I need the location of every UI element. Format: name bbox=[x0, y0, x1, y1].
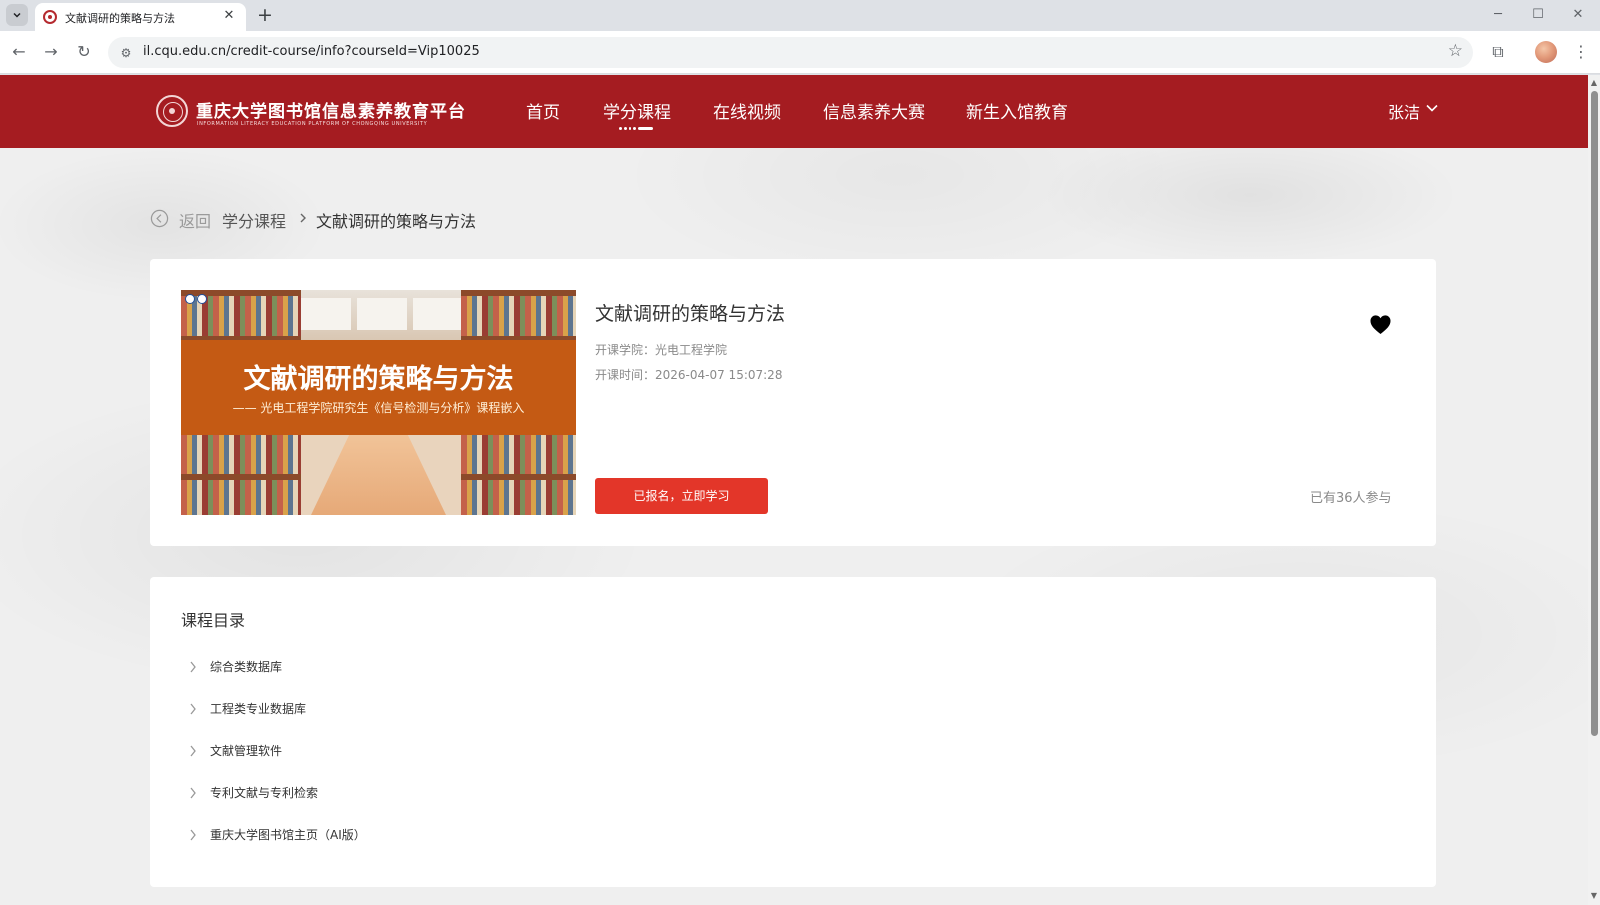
catalog-item-label: 重庆大学图书馆主页（AI版） bbox=[210, 828, 366, 842]
user-menu-name[interactable]: 张洁 bbox=[1388, 99, 1420, 123]
tab-close-icon[interactable]: ✕ bbox=[220, 7, 238, 25]
nav-credit-courses[interactable]: 学分课程 bbox=[603, 98, 671, 123]
back-arrow-icon[interactable]: ← bbox=[6, 39, 32, 65]
browser-toolbar: ← → ↻ ⚙ il.cqu.edu.cn/credit-course/info… bbox=[0, 31, 1600, 74]
course-catalog-panel: 课程目录 综合类数据库 工程类专业数据库 文献管理软件 专利文献与专利检索 重庆… bbox=[150, 577, 1436, 887]
kebab-menu-icon[interactable]: ⋮ bbox=[1568, 39, 1594, 65]
course-start-time: 开课时间：2026-04-07 15:07:28 bbox=[595, 368, 783, 382]
catalog-item[interactable]: 工程类专业数据库 bbox=[188, 698, 588, 720]
catalog-item-label: 工程类专业数据库 bbox=[210, 702, 307, 716]
profile-avatar[interactable] bbox=[1535, 41, 1557, 63]
chevron-down-icon bbox=[13, 12, 21, 18]
back-circle-icon[interactable] bbox=[150, 209, 169, 228]
cover-seal-icon bbox=[185, 294, 195, 304]
catalog-title: 课程目录 bbox=[181, 611, 246, 630]
breadcrumb-back-link[interactable]: 返回 bbox=[179, 208, 211, 232]
tab-title: 文献调研的策略与方法 bbox=[65, 12, 175, 25]
enrolled-start-learning-button[interactable]: 已报名，立即学习 bbox=[595, 478, 768, 514]
url-text[interactable]: il.cqu.edu.cn/credit-course/info?courseI… bbox=[143, 44, 480, 59]
reload-icon[interactable]: ↻ bbox=[71, 39, 97, 65]
catalog-item-label: 综合类数据库 bbox=[210, 660, 283, 674]
window-close-icon[interactable]: ✕ bbox=[1558, 3, 1598, 27]
cover-library-logo-icon bbox=[197, 294, 207, 304]
scroll-down-arrow-icon[interactable]: ▼ bbox=[1588, 890, 1600, 902]
scrollbar-thumb[interactable] bbox=[1591, 91, 1598, 736]
chevron-right-icon bbox=[190, 703, 196, 715]
participant-count: 已有36人参与 bbox=[1310, 491, 1392, 506]
course-info-card: 文献调研的策略与方法 —— 光电工程学院研究生《信号检测与分析》课程嵌入 文献调… bbox=[150, 259, 1436, 546]
nav-active-indicator bbox=[619, 127, 653, 130]
cover-title-band: 文献调研的策略与方法 —— 光电工程学院研究生《信号检测与分析》课程嵌入 bbox=[181, 340, 576, 435]
breadcrumb-current: 文献调研的策略与方法 bbox=[316, 212, 477, 231]
page-scrollbar[interactable]: ▲ ▼ bbox=[1588, 75, 1600, 905]
extensions-puzzle-icon[interactable]: ⧉ bbox=[1485, 39, 1511, 65]
breadcrumb-parent-link[interactable]: 学分课程 bbox=[222, 208, 286, 232]
site-header: 重庆大学图书馆信息素养教育平台 INFORMATION LITERACY EDU… bbox=[0, 75, 1588, 148]
chevron-down-icon[interactable] bbox=[1425, 101, 1439, 115]
site-favicon-icon bbox=[43, 10, 57, 24]
cover-subtitle: —— 光电工程学院研究生《信号检测与分析》课程嵌入 bbox=[232, 401, 525, 415]
window-maximize-icon[interactable]: ☐ bbox=[1518, 3, 1558, 27]
page-viewport: 重庆大学图书馆信息素养教育平台 INFORMATION LITERACY EDU… bbox=[0, 75, 1588, 905]
cover-title: 文献调研的策略与方法 bbox=[243, 364, 514, 395]
chevron-right-icon bbox=[190, 829, 196, 841]
tab-search-button[interactable] bbox=[6, 4, 28, 26]
browser-tab-active[interactable]: 文献调研的策略与方法 ✕ bbox=[35, 3, 246, 31]
chevron-right-icon bbox=[190, 787, 196, 799]
chevron-right-icon bbox=[190, 661, 196, 673]
nav-online-video[interactable]: 在线视频 bbox=[713, 98, 781, 123]
nav-home[interactable]: 首页 bbox=[526, 98, 560, 123]
catalog-item[interactable]: 文献管理软件 bbox=[188, 740, 588, 762]
catalog-item[interactable]: 综合类数据库 bbox=[188, 656, 588, 678]
logo-subtitle: INFORMATION LITERACY EDUCATION PLATFORM … bbox=[197, 121, 428, 127]
course-college: 开课学院：光电工程学院 bbox=[595, 343, 728, 357]
catalog-item[interactable]: 专利文献与专利检索 bbox=[188, 782, 588, 804]
course-cover-image[interactable]: 文献调研的策略与方法 —— 光电工程学院研究生《信号检测与分析》课程嵌入 bbox=[181, 290, 576, 515]
site-settings-icon[interactable]: ⚙ bbox=[116, 43, 136, 63]
chevron-right-icon bbox=[190, 745, 196, 757]
logo-title[interactable]: 重庆大学图书馆信息素养教育平台 bbox=[196, 97, 466, 122]
cover-floor bbox=[311, 430, 446, 515]
catalog-item-label: 专利文献与专利检索 bbox=[210, 786, 319, 800]
nav-freshman-orientation[interactable]: 新生入馆教育 bbox=[966, 98, 1068, 123]
heart-favorite-icon[interactable] bbox=[1369, 314, 1392, 335]
bookmark-star-icon[interactable]: ☆ bbox=[1448, 41, 1463, 61]
course-title: 文献调研的策略与方法 bbox=[595, 303, 786, 325]
new-tab-button[interactable]: + bbox=[252, 3, 278, 29]
nav-info-literacy-contest[interactable]: 信息素养大赛 bbox=[823, 98, 925, 123]
window-minimize-icon[interactable]: ─ bbox=[1478, 3, 1518, 27]
catalog-item-label: 文献管理软件 bbox=[210, 744, 283, 758]
university-seal-logo[interactable] bbox=[156, 95, 188, 127]
scroll-up-arrow-icon[interactable]: ▲ bbox=[1588, 77, 1600, 89]
address-bar[interactable]: ⚙ il.cqu.edu.cn/credit-course/info?cours… bbox=[108, 37, 1473, 68]
catalog-item[interactable]: 重庆大学图书馆主页（AI版） bbox=[188, 824, 588, 846]
chevron-right-icon bbox=[300, 213, 306, 223]
forward-arrow-icon[interactable]: → bbox=[38, 39, 64, 65]
browser-tabstrip: 文献调研的策略与方法 ✕ + ─ ☐ ✕ bbox=[0, 0, 1600, 31]
